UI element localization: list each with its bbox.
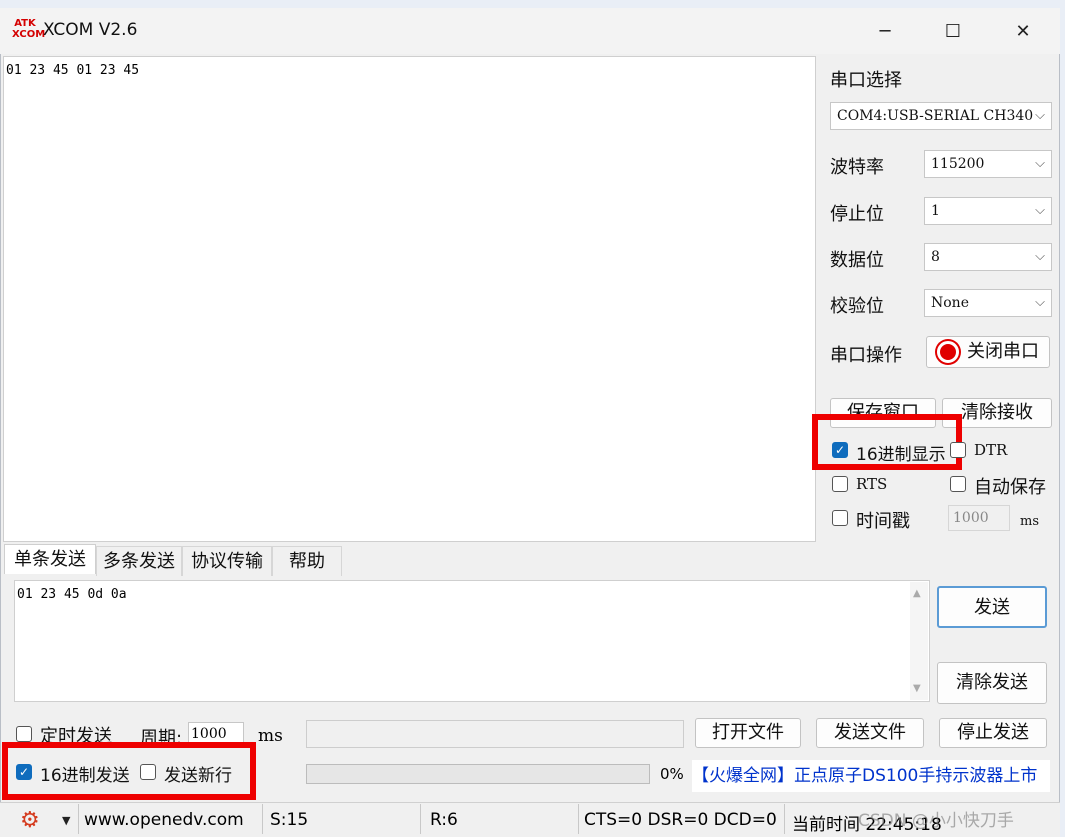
send-scrollbar[interactable]: ▲ ▼ <box>910 582 928 700</box>
watermark: CSDN @小小快刀手 <box>858 811 1014 831</box>
timed-send-checkbox[interactable] <box>16 726 32 742</box>
timestamp-ms-unit: ms <box>1020 514 1039 529</box>
caret-down-icon[interactable]: ▼ <box>62 814 70 827</box>
status-separator <box>78 804 79 834</box>
close-port-label: 关闭串口 <box>967 341 1039 362</box>
chevron-down-icon: ⌵ <box>1035 108 1045 123</box>
chevron-down-icon: ⌵ <box>1035 249 1045 264</box>
timestamp-checkbox[interactable] <box>832 510 848 526</box>
close-icon[interactable]: ✕ <box>1000 12 1046 52</box>
stop-send-button[interactable]: 停止发送 <box>939 718 1047 748</box>
status-separator <box>262 804 263 834</box>
period-ms-unit: ms <box>258 726 283 746</box>
hex-send-checkbox[interactable]: ✓ <box>16 764 32 780</box>
baud-label: 波特率 <box>830 157 884 178</box>
gear-icon[interactable]: ⚙ <box>20 808 40 833</box>
send-file-button[interactable]: 发送文件 <box>816 718 924 748</box>
hex-display-checkbox[interactable]: ✓ <box>832 442 848 458</box>
auto-save-label: 自动保存 <box>974 477 1046 498</box>
send-progress-bar <box>306 764 650 784</box>
data-bits-select[interactable]: 8 ⌵ <box>924 243 1052 271</box>
port-value: COM4:USB-SERIAL CH340 <box>837 108 1034 124</box>
data-bits-value: 8 <box>931 249 940 265</box>
dtr-checkbox[interactable] <box>950 442 966 458</box>
port-label: 串口选择 <box>830 70 902 91</box>
scroll-down-icon[interactable]: ▼ <box>913 683 921 694</box>
data-bits-label: 数据位 <box>830 250 884 271</box>
stop-bits-select[interactable]: 1 ⌵ <box>924 197 1052 225</box>
chevron-down-icon: ⌵ <box>1035 295 1045 310</box>
clear-send-button[interactable]: 清除发送 <box>937 662 1047 704</box>
maximize-icon[interactable]: ☐ <box>930 12 976 52</box>
ad-link[interactable]: 【火爆全网】正点原子DS100手持示波器上市 <box>692 760 1050 792</box>
status-separator <box>578 804 579 834</box>
tab-multi-send[interactable]: 多条发送 <box>96 546 182 576</box>
signal-status: CTS=0 DSR=0 DCD=0 <box>584 810 777 830</box>
baud-value: 115200 <box>931 156 985 172</box>
send-newline-label: 发送新行 <box>164 766 232 786</box>
receive-textarea[interactable]: 01 23 45 01 23 45 <box>3 56 816 542</box>
tab-help[interactable]: 帮助 <box>272 546 342 576</box>
status-separator <box>784 804 785 834</box>
minimize-icon[interactable]: ─ <box>862 12 908 52</box>
sent-count: S:15 <box>270 810 309 830</box>
app-logo: ATK XCOM <box>12 18 46 40</box>
open-file-button[interactable]: 打开文件 <box>695 718 801 748</box>
dtr-label: DTR <box>974 441 1008 459</box>
send-button[interactable]: 发送 <box>937 586 1047 628</box>
auto-save-checkbox[interactable] <box>950 476 966 492</box>
parity-select[interactable]: None ⌵ <box>924 289 1052 317</box>
tab-single-send[interactable]: 单条发送 <box>4 544 96 574</box>
status-separator <box>420 804 421 834</box>
website-link[interactable]: www.openedv.com <box>84 810 244 830</box>
chevron-down-icon: ⌵ <box>1035 156 1045 171</box>
file-path-field[interactable] <box>306 720 684 748</box>
send-textarea[interactable]: 01 23 45 0d 0a <box>14 580 930 702</box>
parity-value: None <box>931 295 969 311</box>
send-newline-checkbox[interactable] <box>140 764 156 780</box>
rts-checkbox[interactable] <box>832 476 848 492</box>
stop-bits-label: 停止位 <box>830 204 884 225</box>
window-title: XCOM V2.6 <box>43 20 138 40</box>
chevron-down-icon: ⌵ <box>1035 203 1045 218</box>
send-progress-text: 0% <box>660 765 684 783</box>
hex-send-label: 16进制发送 <box>40 766 130 786</box>
rts-label: RTS <box>856 475 888 493</box>
scroll-up-icon[interactable]: ▲ <box>913 588 921 599</box>
hex-display-label: 16进制显示 <box>856 445 946 465</box>
timestamp-label: 时间戳 <box>856 511 910 532</box>
close-port-button[interactable]: 关闭串口 <box>926 336 1050 368</box>
tab-protocol[interactable]: 协议传输 <box>182 546 272 576</box>
stop-bits-value: 1 <box>931 203 940 219</box>
baud-select[interactable]: 115200 ⌵ <box>924 150 1052 178</box>
received-count: R:6 <box>430 810 458 830</box>
timestamp-interval-input[interactable]: 1000 <box>948 505 1010 531</box>
port-status-icon <box>937 341 959 363</box>
port-select[interactable]: COM4:USB-SERIAL CH340 ⌵ <box>830 102 1052 130</box>
port-operation-label: 串口操作 <box>830 345 902 366</box>
parity-label: 校验位 <box>830 296 884 317</box>
